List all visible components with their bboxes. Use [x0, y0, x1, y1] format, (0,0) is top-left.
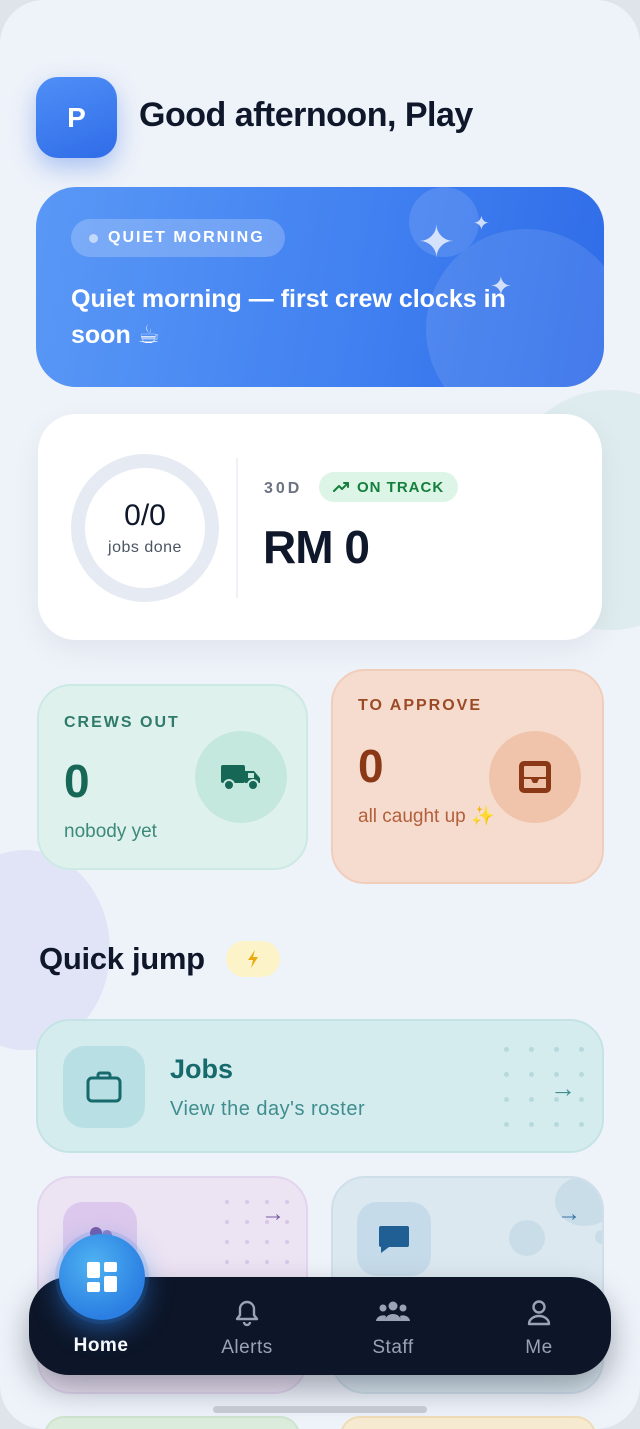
greeting-title: Good afternoon, Play [139, 96, 473, 134]
truck-icon [195, 731, 287, 823]
shortcut-tile[interactable] [340, 1416, 596, 1429]
sparkle-icon: ✦ [473, 213, 490, 235]
nav-me[interactable]: Me [479, 1277, 599, 1375]
nav-alerts[interactable]: Alerts [187, 1277, 307, 1375]
on-track-badge: ON TRACK [319, 472, 459, 502]
to-approve-value: 0 [358, 740, 384, 792]
crews-out-value: 0 [64, 755, 90, 807]
hero-message: Quiet morning — first crew clocks in soo… [71, 285, 506, 349]
period-label: 30D [264, 480, 303, 497]
jobs-done-value: 0/0 [124, 499, 166, 532]
nav-alerts-label: Alerts [221, 1337, 273, 1358]
hero-banner: ✦ ✦ ✦ QUIET MORNING Quiet morning — firs… [36, 187, 604, 387]
jobs-progress-ring: 0/0 jobs done [71, 454, 219, 602]
shortcut-tile[interactable] [44, 1416, 300, 1429]
divider [236, 458, 238, 598]
nav-home-label: Home [73, 1335, 129, 1356]
trending-up-icon [333, 482, 349, 492]
bell-icon [235, 1300, 259, 1327]
home-indicator [213, 1406, 427, 1413]
nav-staff[interactable]: Staff [333, 1277, 453, 1375]
home-fab-button[interactable] [59, 1234, 145, 1320]
arrow-right-icon: → [261, 1200, 285, 1227]
lightning-icon [226, 941, 280, 977]
stats-card[interactable]: 0/0 jobs done 30D ON TRACK RM 0 [38, 414, 602, 640]
crews-out-title: CREWS OUT [64, 714, 180, 731]
crews-out-card[interactable]: CREWS OUT 0 nobody yet [37, 684, 308, 870]
crews-out-subtitle: nobody yet [64, 821, 157, 842]
jobs-label: Jobs [170, 1054, 234, 1084]
jobs-description: View the day's roster [170, 1098, 366, 1120]
status-pill: QUIET MORNING [71, 219, 285, 257]
tile-decoration [509, 1220, 545, 1256]
revenue-value: RM 0 [263, 521, 370, 573]
sparkle-icon: ✦ [418, 218, 455, 267]
nav-staff-label: Staff [372, 1337, 414, 1358]
to-approve-subtitle: all caught up ✨ [358, 806, 495, 827]
dashboard-icon [87, 1262, 117, 1292]
quick-jump-title: Quick jump [39, 941, 205, 976]
group-icon [376, 1301, 410, 1321]
briefcase-icon [63, 1046, 145, 1128]
jobs-done-label: jobs done [108, 539, 182, 556]
avatar[interactable]: P [36, 77, 117, 158]
arrow-right-icon: → [557, 1200, 581, 1227]
chat-icon [357, 1202, 431, 1276]
nav-me-label: Me [525, 1337, 553, 1358]
to-approve-title: TO APPROVE [358, 697, 483, 714]
status-pill-label: QUIET MORNING [108, 229, 265, 246]
jobs-shortcut[interactable]: Jobs View the day's roster → [36, 1019, 604, 1153]
inbox-icon [489, 731, 581, 823]
on-track-label: ON TRACK [357, 478, 445, 496]
status-dot-icon [89, 233, 98, 243]
arrow-right-icon: → [550, 1073, 576, 1103]
to-approve-card[interactable]: TO APPROVE 0 all caught up ✨ [331, 669, 604, 884]
user-icon [527, 1300, 551, 1326]
tile-decoration [595, 1230, 602, 1244]
app-screen: P Good afternoon, Play ✦ ✦ ✦ QUIET MORNI… [0, 0, 640, 1429]
